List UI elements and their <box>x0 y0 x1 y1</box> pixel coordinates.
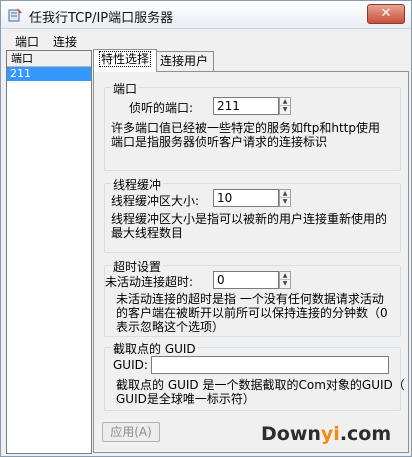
tab-connected-users-label: 连接用户 <box>160 54 209 68</box>
window-title: 任我行TCP/IP端口服务器 <box>29 11 174 26</box>
menu-item-port[interactable]: 端口 <box>15 33 39 50</box>
timeout-description-line: 表示忽略这个选项） <box>116 320 225 334</box>
port-spinner[interactable]: ▲ ▼ <box>279 97 291 115</box>
guid-input[interactable] <box>151 356 389 374</box>
app-window: 任我行TCP/IP端口服务器 ✕ 端口 连接 端口 211 特性选择 连接用户 … <box>0 0 412 457</box>
spin-down-icon[interactable]: ▼ <box>280 106 290 114</box>
watermark-part: .com <box>339 423 392 445</box>
close-icon: ✕ <box>380 6 392 21</box>
watermark-part: yi <box>320 423 340 445</box>
timeout-description-line: 的客户端在被断开以前所可以保持连接的分钟数（0 <box>116 306 388 320</box>
timeout-input[interactable]: 0 <box>213 271 279 289</box>
port-description-line: 端口是指服务器侦听客户请求的连接标识 <box>111 135 328 149</box>
guid-description: 截取点的 GUID 是一个数据截取的Com对象的GUID（ GUID是全球唯一标… <box>116 378 405 406</box>
menu-bar: 端口 连接 <box>1 31 411 49</box>
port-list[interactable]: 端口 211 <box>6 50 92 454</box>
thread-buffer-description-line: 最大线程数目 <box>111 226 184 240</box>
thread-buffer-spinner[interactable]: ▲ ▼ <box>279 189 291 207</box>
title-bar[interactable]: 任我行TCP/IP端口服务器 ✕ <box>1 1 411 29</box>
apply-button[interactable]: 应用(A) <box>102 422 160 442</box>
watermark-part: Down <box>261 423 321 445</box>
timeout-spinner[interactable]: ▲ ▼ <box>279 271 291 289</box>
port-description-line: 许多端口值已经被一些特定的服务如ftp和http使用 <box>111 121 380 135</box>
port-field-label: 侦听的端口: <box>129 101 194 115</box>
timeout-description: 未活动连接的超时是指 一个没有任何数据请求活动 的客户端在被断开以前所可以保持连… <box>116 292 388 334</box>
close-button[interactable]: ✕ <box>367 4 405 24</box>
guid-description-line: 截取点的 GUID 是一个数据截取的Com对象的GUID（ <box>116 378 405 392</box>
port-list-header[interactable]: 端口 <box>7 51 91 67</box>
spin-down-icon[interactable]: ▼ <box>280 198 290 206</box>
thread-buffer-description-line: 线程缓冲区大小是指可以被新的用户连接重新使用的 <box>111 212 388 226</box>
tab-connected-users[interactable]: 连接用户 <box>154 51 215 71</box>
port-description: 许多端口值已经被一些特定的服务如ftp和http使用 端口是指服务器侦听客户请求… <box>111 121 380 149</box>
watermark-logo: Downyi.com <box>261 423 391 445</box>
spin-up-icon[interactable]: ▲ <box>280 272 290 280</box>
timeout-description-line: 未活动连接的超时是指 一个没有任何数据请求活动 <box>116 292 384 306</box>
thread-buffer-description: 线程缓冲区大小是指可以被新的用户连接重新使用的 最大线程数目 <box>111 212 387 240</box>
spin-up-icon[interactable]: ▲ <box>280 98 290 106</box>
guid-description-line: GUID是全球唯一标示符） <box>116 392 255 406</box>
guid-group-title: 截取点的 GUID <box>111 340 198 357</box>
timeout-field-label: 未活动连接超时: <box>105 275 194 289</box>
app-icon <box>8 8 22 22</box>
list-item[interactable]: 211 <box>7 67 91 81</box>
tab-features-label: 特性选择 <box>99 51 152 67</box>
tab-features[interactable]: 特性选择 <box>93 49 158 72</box>
spin-up-icon[interactable]: ▲ <box>280 190 290 198</box>
menu-item-connection[interactable]: 连接 <box>53 33 77 50</box>
port-input[interactable]: 211 <box>213 97 279 115</box>
thread-buffer-field-label: 线程缓冲区大小: <box>111 194 200 208</box>
spin-down-icon[interactable]: ▼ <box>280 280 290 288</box>
port-group-title: 端口 <box>111 80 140 97</box>
thread-buffer-input[interactable]: 10 <box>213 189 279 207</box>
guid-field-label: GUID: <box>113 358 148 372</box>
thread-buffer-group-title: 线程缓冲 <box>111 176 164 193</box>
